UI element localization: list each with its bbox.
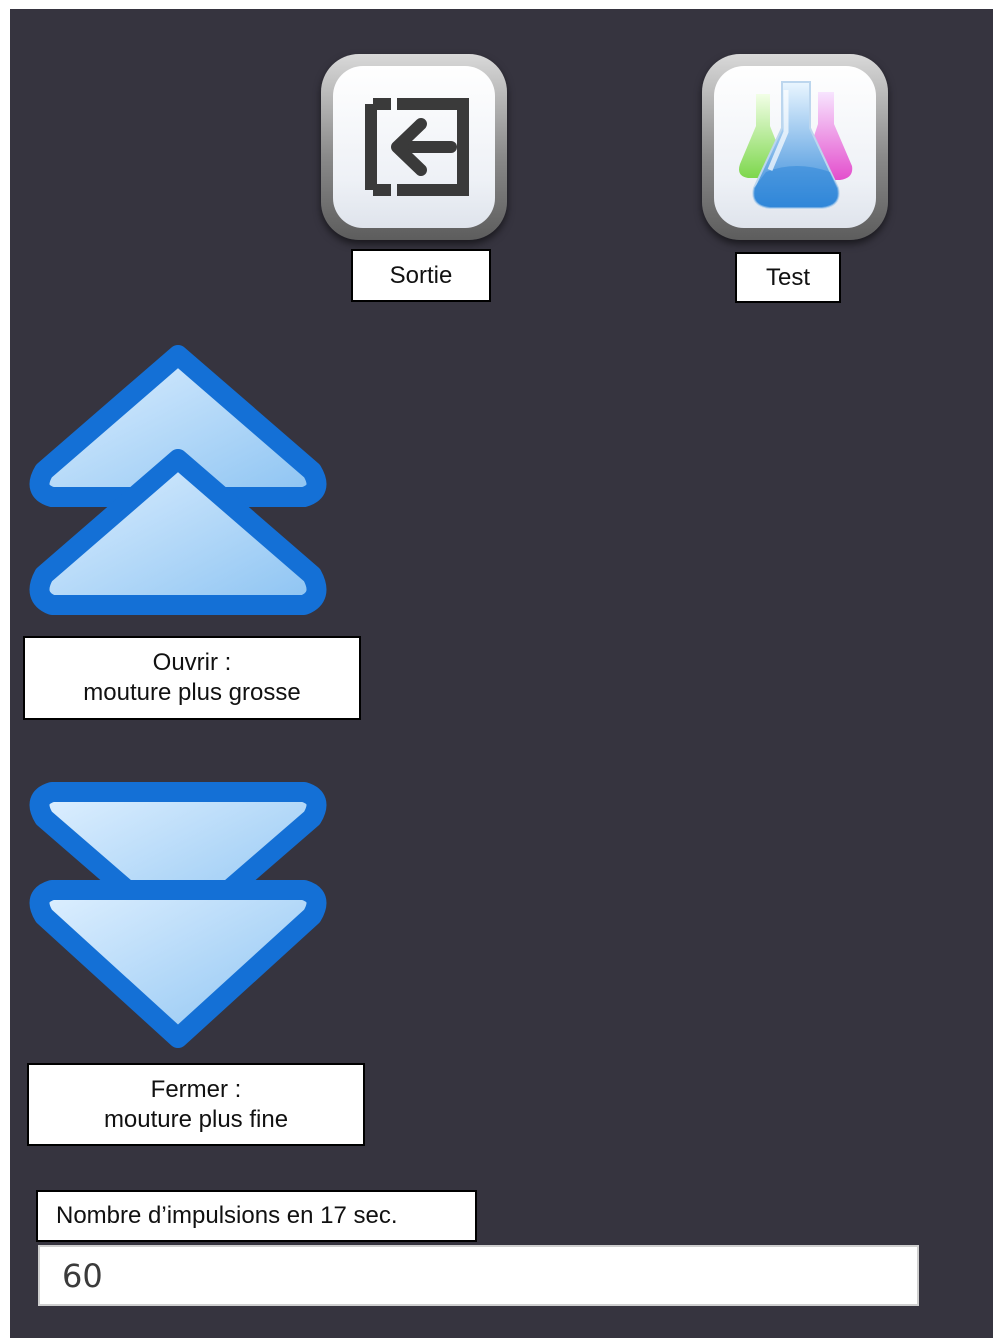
open-button[interactable] [22, 339, 334, 631]
pulses-field[interactable] [38, 1245, 919, 1306]
exit-icon [365, 98, 469, 196]
exit-button-face [333, 66, 495, 228]
exit-label: Sortie [351, 249, 491, 302]
chevron-down-icon [29, 880, 327, 1048]
pulses-input[interactable] [40, 1247, 917, 1304]
lab-flasks-icon [739, 81, 853, 209]
close-label: Fermer : mouture plus fine [27, 1063, 365, 1146]
close-button[interactable] [22, 780, 334, 1062]
test-button[interactable] [702, 54, 888, 240]
open-label: Ouvrir : mouture plus grosse [23, 636, 361, 720]
test-button-face [714, 66, 876, 228]
pulses-label: Nombre d’impulsions en 17 sec. [36, 1190, 477, 1242]
test-label: Test [735, 252, 841, 303]
exit-button[interactable] [321, 54, 507, 240]
